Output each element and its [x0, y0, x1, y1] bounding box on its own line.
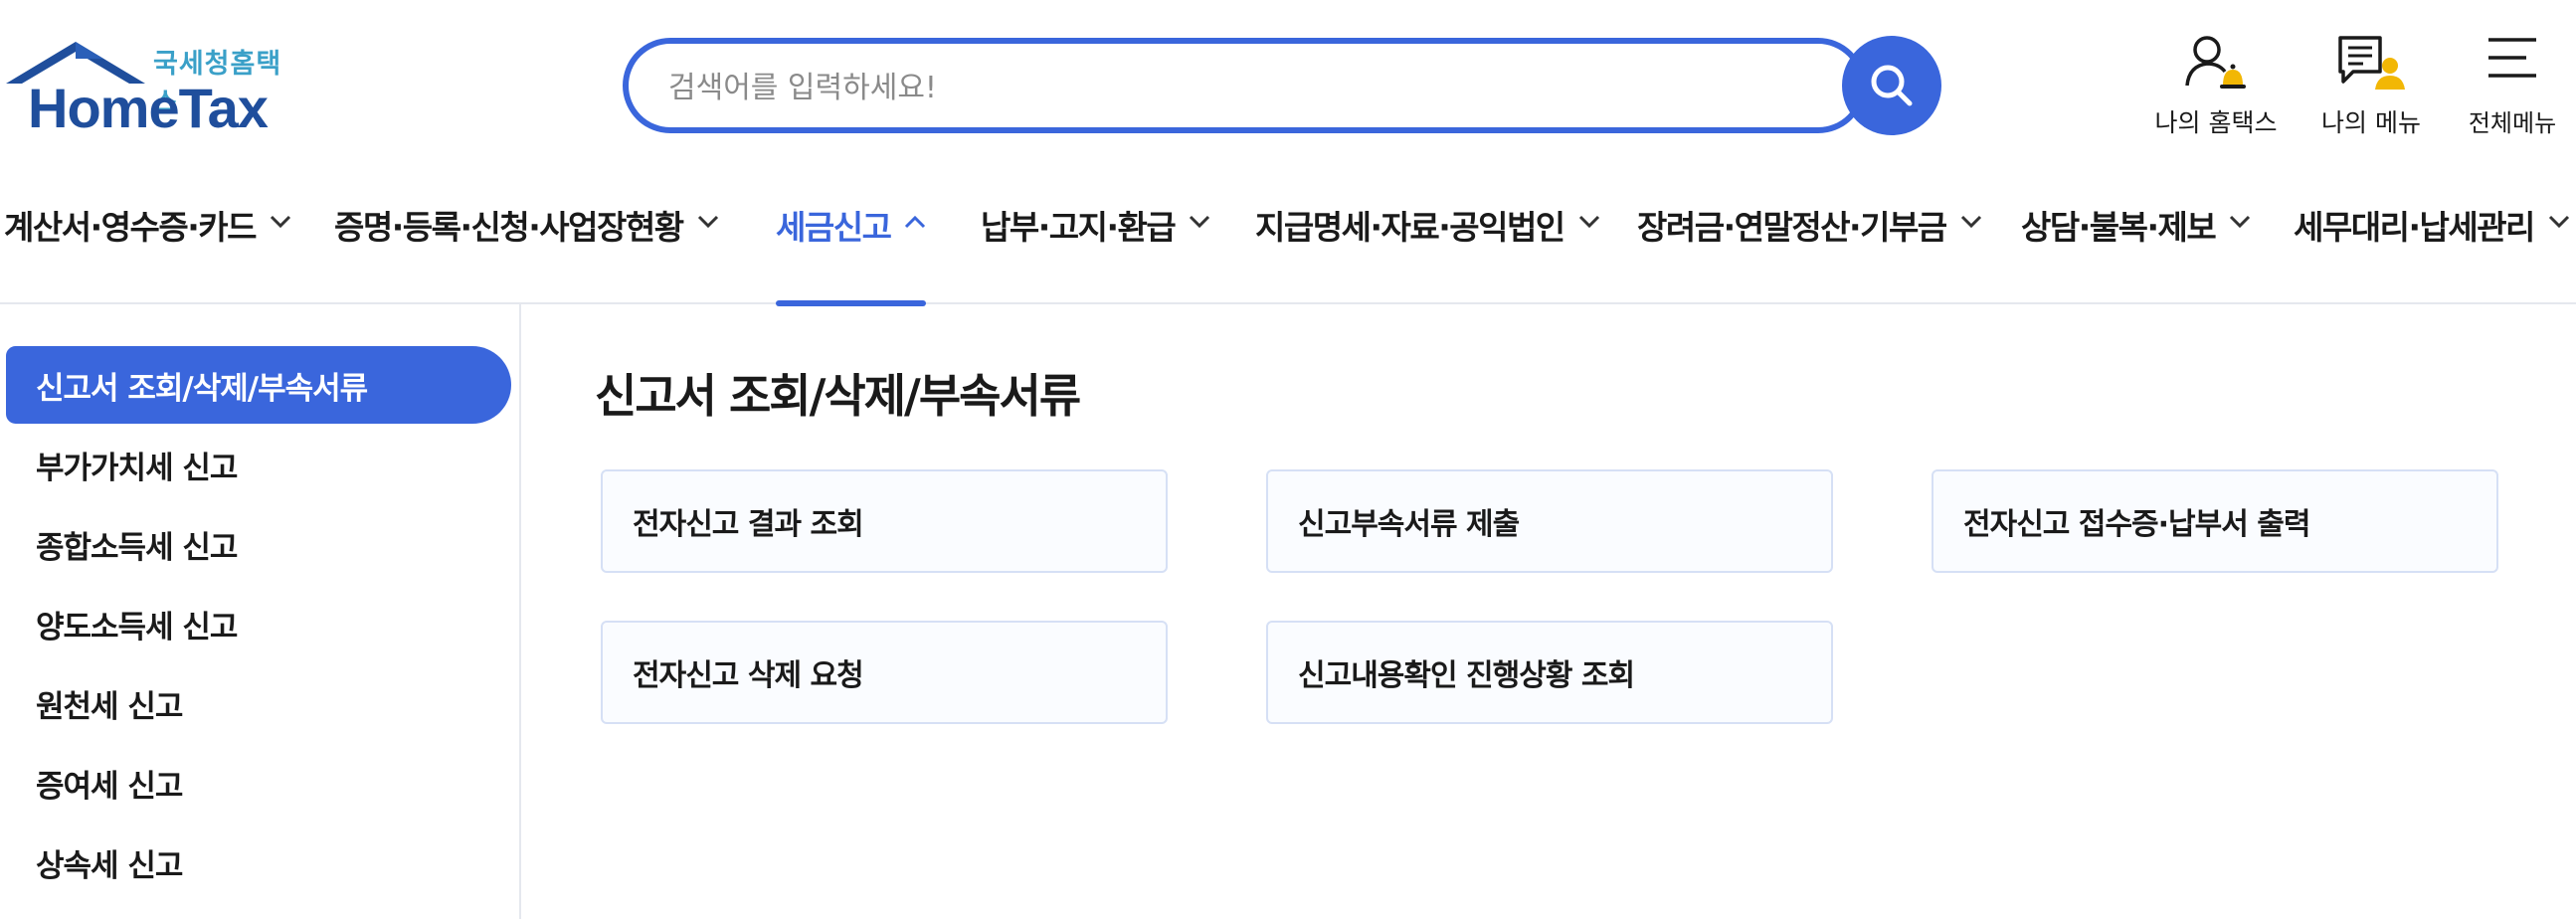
- all-menu-label: 전체메뉴: [2468, 109, 2557, 137]
- nav-item-label: 세금신고: [776, 208, 892, 247]
- search-button[interactable]: [1842, 36, 1941, 135]
- nav-item-label: 납부·고지·환급: [981, 208, 1177, 247]
- sidebar-item-gift-tax[interactable]: 증여세 신고: [6, 744, 511, 822]
- card-efiling-result-lookup[interactable]: 전자신고 결과 조회: [601, 469, 1168, 573]
- nav-item-label: 계산서·영수증·카드: [4, 208, 257, 247]
- logo-title: HomeTax: [28, 77, 269, 139]
- my-hometax-button[interactable]: 나의 홈택스: [2136, 34, 2296, 143]
- chevron-down-icon: [270, 215, 291, 229]
- hamburger-menu-icon: [2488, 38, 2536, 78]
- nav-item-label: 지급명세·자료·공익법인: [1255, 208, 1565, 247]
- nav-item-label: 장려금·연말정산·기부금: [1637, 208, 1947, 247]
- sidebar-item-vat[interactable]: 부가가치세 신고: [6, 426, 511, 503]
- nav-item-consultation[interactable]: 상담·불복·제보: [2021, 179, 2251, 304]
- chevron-down-icon: [2548, 215, 2569, 229]
- chevron-down-icon: [1578, 215, 1599, 229]
- nav-item-payment[interactable]: 납부·고지·환급: [981, 179, 1210, 304]
- card-review-progress-lookup[interactable]: 신고내용확인 진행상황 조회: [1266, 621, 1833, 724]
- main-nav: 계산서·영수증·카드 증명·등록·신청·사업장현황 세금신고 납부·고지·환급 …: [0, 179, 2576, 306]
- sidebar-item-inheritance-tax[interactable]: 상속세 신고: [6, 824, 511, 901]
- nav-item-label: 상담·불복·제보: [2021, 208, 2217, 247]
- nav-item-label: 증명·등록·신청·사업장현황: [334, 208, 684, 247]
- my-hometax-label: 나의 홈택스: [2154, 108, 2278, 137]
- nav-item-tax-filing[interactable]: 세금신고: [776, 179, 927, 306]
- nav-item-incentive[interactable]: 장려금·연말정산·기부금: [1637, 179, 1982, 304]
- all-menu-button[interactable]: 전체메뉴: [2433, 34, 2576, 143]
- search-icon: [1871, 65, 1913, 106]
- nav-item-label: 세무대리·납세관리: [2294, 208, 2535, 247]
- nav-item-payment-statement[interactable]: 지급명세·자료·공익법인: [1255, 179, 1600, 304]
- card-attachment-submit[interactable]: 신고부속서류 제출: [1266, 469, 1833, 573]
- nav-item-certificate[interactable]: 증명·등록·신청·사업장현황: [334, 179, 719, 304]
- chevron-down-icon: [1960, 215, 1981, 229]
- nav-item-invoice[interactable]: 계산서·영수증·카드: [4, 179, 291, 304]
- sidebar-item-income-tax[interactable]: 종합소득세 신고: [6, 505, 511, 583]
- search-bar: [623, 36, 1945, 135]
- sidebar-item-return-lookup[interactable]: 신고서 조회/삭제/부속서류: [6, 346, 511, 424]
- card-efiling-delete-request[interactable]: 전자신고 삭제 요청: [601, 621, 1168, 724]
- chevron-down-icon: [697, 215, 718, 229]
- nav-item-tax-agent[interactable]: 세무대리·납세관리: [2294, 179, 2570, 304]
- active-indicator: [776, 300, 927, 306]
- chevron-down-icon: [1190, 215, 1210, 229]
- search-box: [623, 38, 1866, 133]
- search-input[interactable]: [668, 68, 1762, 107]
- sidebar-item-capital-gains[interactable]: 양도소득세 신고: [6, 585, 511, 662]
- sidebar-item-withholding[interactable]: 원천세 신고: [6, 664, 511, 742]
- sidebar: 신고서 조회/삭제/부속서류 부가가치세 신고 종합소득세 신고 양도소득세 신…: [0, 304, 521, 919]
- document-user-icon: [2338, 36, 2405, 90]
- page-title: 신고서 조회/삭제/부속서류: [595, 369, 1081, 423]
- card-receipt-print[interactable]: 전자신고 접수증·납부서 출력: [1932, 469, 2498, 573]
- chevron-up-icon: [905, 215, 926, 229]
- header: 국세청홈택스 HomeTax 나의 홈택스: [0, 0, 2576, 149]
- chevron-down-icon: [2230, 215, 2251, 229]
- hometax-logo[interactable]: 국세청홈택스 HomeTax: [6, 36, 304, 139]
- user-bell-icon: [2185, 36, 2246, 89]
